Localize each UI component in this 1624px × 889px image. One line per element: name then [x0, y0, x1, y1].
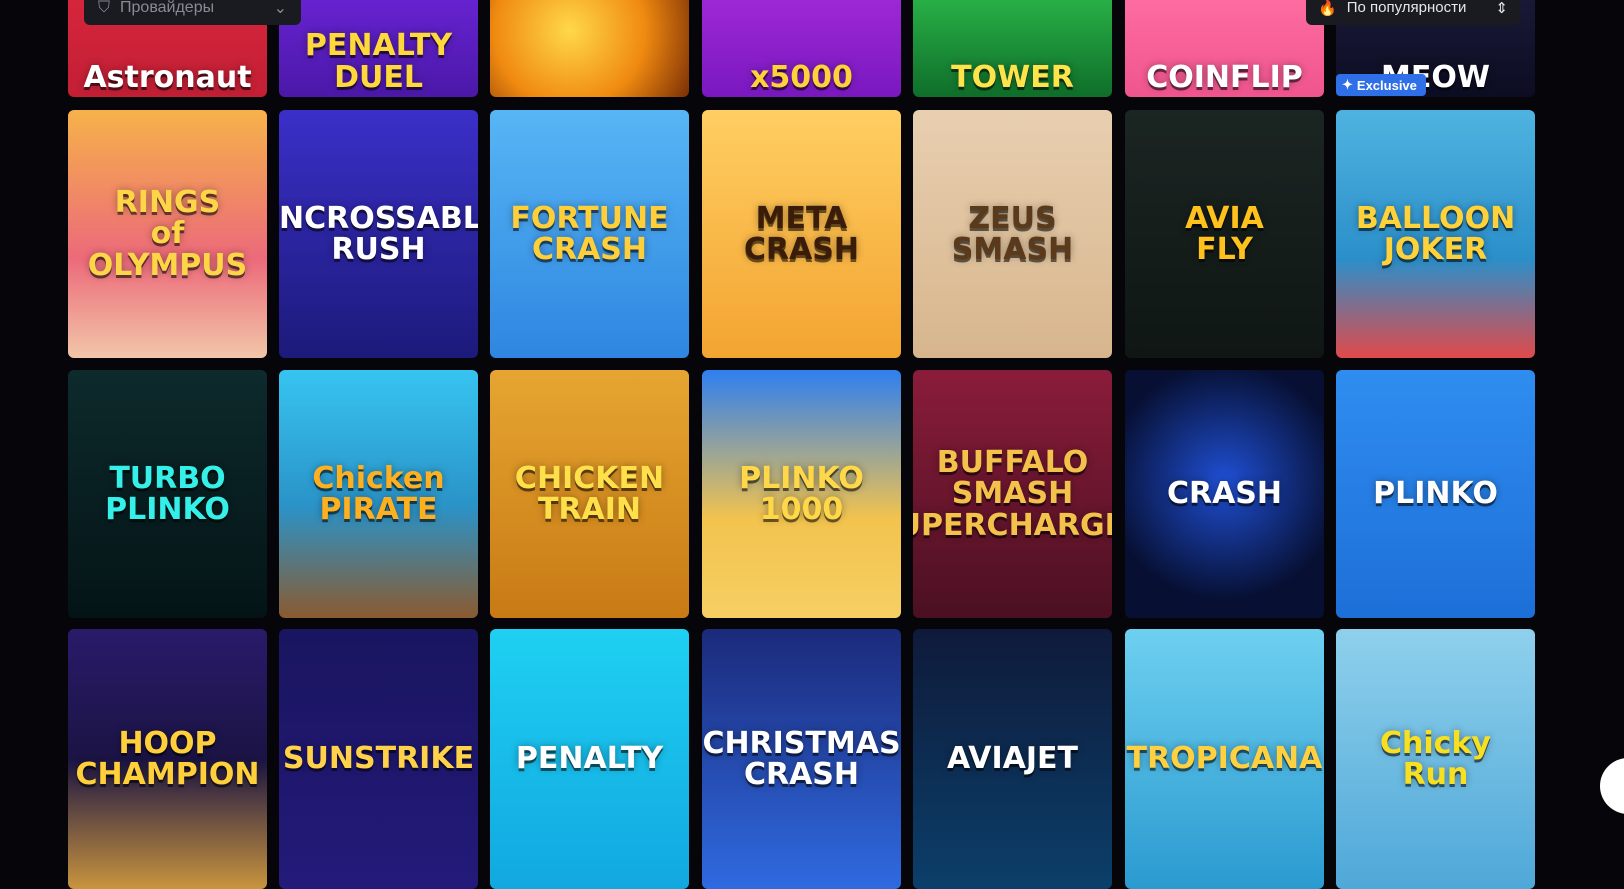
game-title: AVIAJET: [947, 741, 1078, 777]
providers-filter[interactable]: ⛉ Провайдеры ⌄: [84, 0, 301, 25]
game-tile[interactable]: META CRASH: [702, 110, 901, 358]
game-tile[interactable]: COINFLIP: [1125, 0, 1324, 97]
exclusive-badge: ✦ Exclusive: [1336, 74, 1426, 96]
game-tile[interactable]: [490, 0, 689, 97]
game-title: CHICKEN TRAIN: [514, 460, 665, 527]
filter-icon: ⛉: [98, 0, 111, 16]
game-title: TOWER: [951, 59, 1074, 95]
game-tile[interactable]: PLINKO: [1336, 370, 1535, 618]
game-tile[interactable]: HOOP CHAMPION: [68, 629, 267, 889]
game-title: CRASH: [1166, 476, 1283, 512]
chevron-down-icon: ⌄: [273, 0, 287, 17]
game-tile[interactable]: SUNSTRIKE: [279, 629, 478, 889]
game-grid: Astronaut PENALTY DUEL x5000 TOWER COINF…: [0, 0, 1624, 889]
game-title: Chicken PIRATE: [312, 460, 445, 527]
game-title: FORTUNE CRASH: [510, 200, 669, 267]
exclusive-label: Exclusive: [1356, 77, 1417, 93]
game-tile[interactable]: Chicky Run: [1336, 629, 1535, 889]
game-tile[interactable]: UNCROSSABLE RUSH: [279, 110, 478, 358]
game-tile[interactable]: CHICKEN TRAIN: [490, 370, 689, 618]
game-tile[interactable]: Chicken PIRATE: [279, 370, 478, 618]
game-tile[interactable]: BUFFALO SMASH SUPERCHARGED: [913, 370, 1112, 618]
game-tile[interactable]: PENALTY DUEL: [279, 0, 478, 97]
flame-icon: 🔥: [1318, 0, 1337, 17]
game-title: Chicky Run: [1380, 725, 1491, 792]
game-tile[interactable]: BALLOON JOKER: [1336, 110, 1535, 358]
game-title: PLINKO 1000: [739, 460, 864, 527]
game-title: TROPICANA: [1126, 741, 1323, 777]
game-title: BALLOON JOKER: [1355, 200, 1516, 267]
game-tile[interactable]: PLINKO 1000: [702, 370, 901, 618]
game-tile[interactable]: AVIA FLY: [1125, 110, 1324, 358]
game-tile[interactable]: RINGS of OLYMPUS: [68, 110, 267, 358]
game-tile[interactable]: TURBO PLINKO: [68, 370, 267, 618]
game-title: TURBO PLINKO: [105, 460, 230, 527]
sparkle-icon: ✦: [1342, 77, 1353, 92]
game-title: ZEUS SMASH: [951, 200, 1074, 267]
sort-dropdown[interactable]: 🔥 По популярности ⇕: [1306, 0, 1520, 25]
game-title: PLINKO: [1373, 476, 1498, 512]
game-title: BUFFALO SMASH SUPERCHARGED: [913, 444, 1112, 543]
providers-filter-label: Провайдеры: [120, 0, 215, 16]
game-tile[interactable]: CHRISTMAS CRASH: [702, 629, 901, 889]
game-tile[interactable]: CRASH: [1125, 370, 1324, 618]
game-tile[interactable]: ZEUS SMASH: [913, 110, 1112, 358]
game-title: CHRISTMAS CRASH: [702, 725, 901, 792]
game-title: COINFLIP: [1146, 59, 1303, 95]
game-title: x5000: [750, 59, 853, 95]
game-title: AVIA FLY: [1185, 200, 1264, 267]
game-title: SUNSTRIKE: [282, 741, 475, 777]
game-tile[interactable]: x5000: [702, 0, 901, 97]
game-title: UNCROSSABLE RUSH: [279, 200, 478, 267]
game-tile[interactable]: TOWER: [913, 0, 1112, 97]
game-title: PENALTY: [515, 741, 664, 777]
game-title: HOOP CHAMPION: [75, 725, 260, 792]
game-title: Astronaut: [83, 59, 252, 95]
game-tile[interactable]: TROPICANA: [1125, 629, 1324, 889]
game-title: RINGS of OLYMPUS: [87, 184, 248, 283]
game-title: META CRASH: [743, 200, 860, 267]
game-tile[interactable]: PENALTY: [490, 629, 689, 889]
sort-label: По популярности: [1346, 0, 1467, 16]
sort-updown-icon: ⇕: [1495, 0, 1508, 17]
game-tile[interactable]: FORTUNE CRASH: [490, 110, 689, 358]
game-tile[interactable]: AVIAJET: [913, 629, 1112, 889]
game-title: PENALTY DUEL: [304, 28, 453, 95]
